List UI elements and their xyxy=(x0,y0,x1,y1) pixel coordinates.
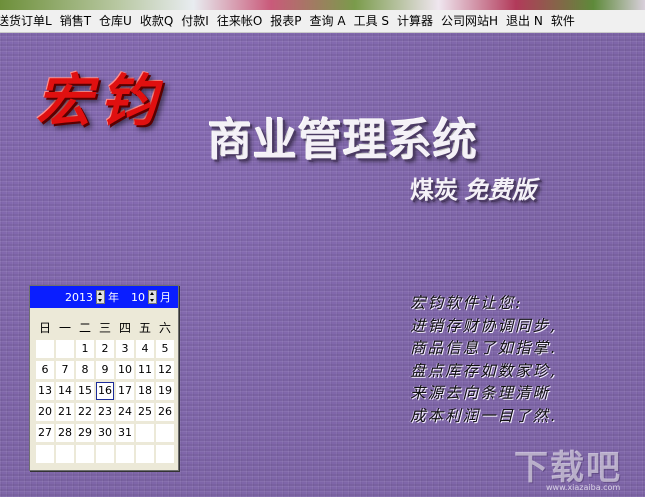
calendar-year[interactable]: 2013 xyxy=(65,291,93,304)
menu-query[interactable]: 查询 A xyxy=(307,10,351,32)
poem-line: 成本利润一目了然. xyxy=(410,406,557,425)
calendar-widget: 2013 年 10 月 日一二三四五六 1 2 3 4 5 6 7 8 9 10 11 12 13 14 15… xyxy=(29,285,179,471)
calendar-day[interactable]: 9 xyxy=(96,361,114,379)
calendar-day[interactable]: 27 xyxy=(36,424,54,442)
menu-tools[interactable]: 工具 S xyxy=(351,10,394,32)
calendar-day xyxy=(136,445,154,463)
calendar-day-today[interactable]: 16 xyxy=(96,382,114,400)
calendar-day[interactable]: 15 xyxy=(76,382,94,400)
weekday-header: 四 xyxy=(118,321,131,335)
calendar-day[interactable]: 10 xyxy=(116,361,134,379)
calendar-day xyxy=(156,445,174,463)
calendar-day xyxy=(36,340,54,358)
calendar-month-unit: 月 xyxy=(160,291,171,304)
watermark-url: www.xiazaiba.com xyxy=(546,483,621,492)
calendar-day[interactable]: 5 xyxy=(156,340,174,358)
brand-logo: 宏钧 xyxy=(36,68,164,134)
menu-payments[interactable]: 付款I xyxy=(178,10,214,32)
calendar-day[interactable]: 1 xyxy=(76,340,94,358)
watermark-logo: 下载吧 xyxy=(514,448,622,488)
calendar-header: 2013 年 10 月 xyxy=(30,286,178,308)
calendar-day[interactable]: 22 xyxy=(76,403,94,421)
calendar-day[interactable]: 6 xyxy=(36,361,54,379)
calendar-year-unit: 年 xyxy=(108,291,119,304)
menu-delivery-order[interactable]: 送货订单L xyxy=(0,10,57,32)
calendar-day[interactable]: 7 xyxy=(56,361,74,379)
menu-receipts[interactable]: 收款Q xyxy=(137,10,178,32)
poem-line: 商品信息了如指掌. xyxy=(410,339,557,357)
weekday-header: 五 xyxy=(138,321,151,335)
calendar-day[interactable]: 13 xyxy=(36,382,54,400)
calendar-day[interactable]: 20 xyxy=(36,403,54,421)
poem-line: 盘点库存如数家珍, xyxy=(410,361,557,380)
weekday-header: 一 xyxy=(58,321,71,335)
calendar-day[interactable]: 19 xyxy=(156,382,174,400)
calendar-day[interactable]: 23 xyxy=(96,403,114,421)
calendar-day xyxy=(96,445,114,463)
calendar-day[interactable]: 3 xyxy=(116,340,134,358)
calendar-day xyxy=(136,424,154,442)
year-spinner-icon[interactable] xyxy=(96,290,105,304)
calendar-grid: 日一二三四五六 1 2 3 4 5 6 7 8 9 10 11 12 13 14 15 16 17 18 19 20 21… xyxy=(30,308,178,464)
calendar-day xyxy=(36,445,54,463)
slogan-poem: 宏钧软件让您: 进销存财协调同步, 商品信息了如指掌. 盘点库存如数家珍, 来源… xyxy=(410,292,640,427)
calendar-day xyxy=(56,340,74,358)
calendar-day[interactable]: 21 xyxy=(56,403,74,421)
product-title: 商业管理系统 xyxy=(208,115,478,166)
menu-calculator[interactable]: 计算器 xyxy=(394,10,438,32)
calendar-day[interactable]: 18 xyxy=(136,382,154,400)
calendar-day[interactable]: 2 xyxy=(96,340,114,358)
weekday-header: 日 xyxy=(38,321,51,335)
window-top-strip xyxy=(0,0,645,10)
calendar-day[interactable]: 26 xyxy=(156,403,174,421)
calendar-day xyxy=(56,445,74,463)
calendar-day xyxy=(156,424,174,442)
menu-sales[interactable]: 销售T xyxy=(57,10,96,32)
weekday-header: 三 xyxy=(98,321,111,335)
menu-exit[interactable]: 退出 N xyxy=(503,10,548,32)
edition-suffix: 免费版 xyxy=(464,175,536,204)
weekday-header: 六 xyxy=(158,321,171,335)
weekday-header: 二 xyxy=(78,321,91,335)
menu-accounts[interactable]: 往来帐O xyxy=(214,10,267,32)
menu-software[interactable]: 软件 xyxy=(548,10,580,32)
calendar-day[interactable]: 30 xyxy=(96,424,114,442)
calendar-day[interactable]: 24 xyxy=(116,403,134,421)
poem-line: 来源去向条理清晰 xyxy=(410,384,551,402)
calendar-day[interactable]: 14 xyxy=(56,382,74,400)
calendar-day[interactable]: 28 xyxy=(56,424,74,442)
month-spinner-icon[interactable] xyxy=(148,290,157,304)
calendar-month[interactable]: 10 xyxy=(131,291,145,304)
calendar-day[interactable]: 25 xyxy=(136,403,154,421)
calendar-day[interactable]: 8 xyxy=(76,361,94,379)
calendar-day xyxy=(116,445,134,463)
calendar-day xyxy=(76,445,94,463)
edition-label: 煤炭 免费版 xyxy=(410,170,536,205)
poem-line: 进销存财协调同步, xyxy=(410,316,557,335)
edition-prefix: 煤炭 xyxy=(410,176,458,204)
calendar-day[interactable]: 12 xyxy=(156,361,174,379)
calendar-day[interactable]: 4 xyxy=(136,340,154,358)
calendar-day[interactable]: 31 xyxy=(116,424,134,442)
menu-bar: 送货订单L 销售T 仓库U 收款Q 付款I 往来帐O 报表P 查询 A 工具 S… xyxy=(0,10,645,33)
poem-line: 宏钧软件让您: xyxy=(410,294,523,312)
calendar-day[interactable]: 11 xyxy=(136,361,154,379)
menu-warehouse[interactable]: 仓库U xyxy=(96,10,137,32)
menu-company-website[interactable]: 公司网站H xyxy=(438,10,503,32)
calendar-day[interactable]: 17 xyxy=(116,382,134,400)
menu-reports[interactable]: 报表P xyxy=(267,10,306,32)
calendar-day[interactable]: 29 xyxy=(76,424,94,442)
